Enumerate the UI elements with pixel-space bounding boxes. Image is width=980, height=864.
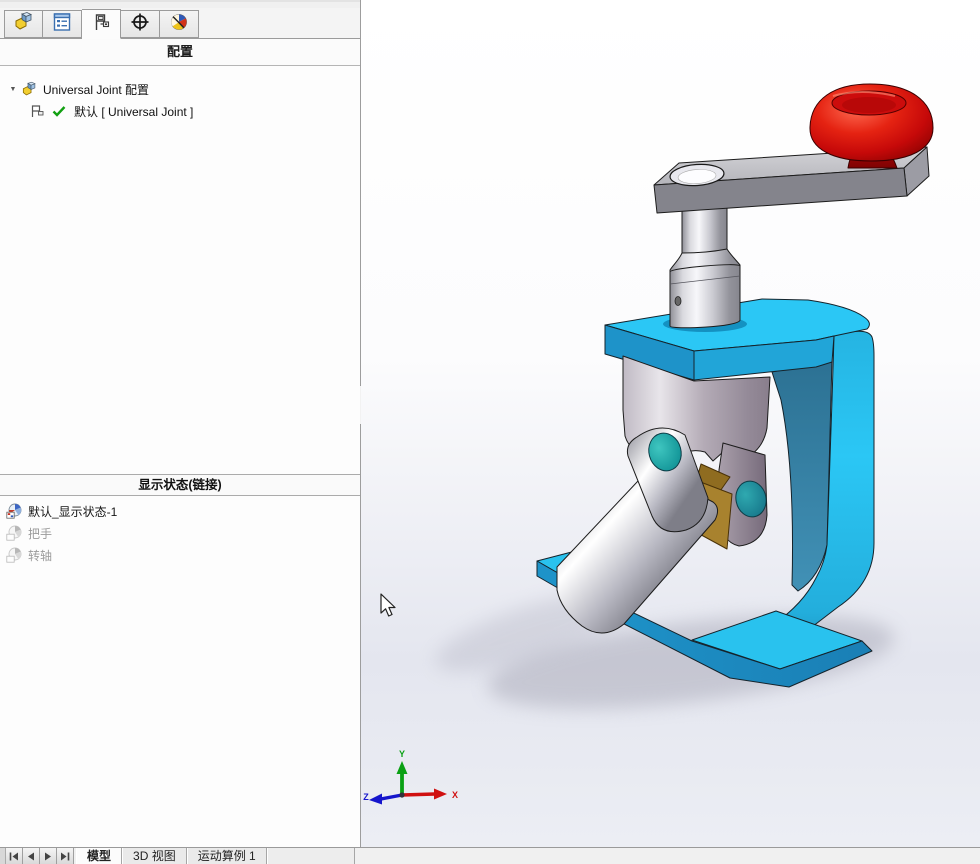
triad-z-axis[interactable] bbox=[381, 795, 402, 799]
display-state-icon bbox=[6, 503, 23, 519]
previous-icon bbox=[27, 852, 35, 861]
tab-property-manager[interactable] bbox=[43, 10, 82, 38]
solidworks-window: 配置 ▼ Universal Joint 配置 bbox=[0, 0, 980, 864]
triad-z-arrow bbox=[369, 794, 382, 805]
display-state-label: 默认_显示状态-1 bbox=[28, 503, 117, 520]
tab-configuration-manager[interactable] bbox=[82, 9, 121, 39]
panel-title: 配置 bbox=[0, 39, 360, 66]
universal-joint[interactable] bbox=[557, 356, 770, 633]
tab-motion-study[interactable]: 运动算例 1 bbox=[187, 848, 267, 864]
triad-y-arrow bbox=[397, 761, 408, 774]
tree-config-label: 默认 [ Universal Joint ] bbox=[74, 103, 193, 120]
property-manager-tab-icon bbox=[51, 11, 73, 38]
knob-dimple-inner bbox=[842, 97, 896, 113]
frame-inner-face[interactable] bbox=[772, 360, 832, 591]
graphics-viewport[interactable]: Y X Z bbox=[361, 0, 980, 847]
expand-arrow-icon[interactable]: ▼ bbox=[6, 86, 20, 93]
display-state-row[interactable]: 转轴 bbox=[0, 544, 360, 566]
display-manager-tab-icon bbox=[168, 11, 190, 38]
manager-tab-strip bbox=[0, 8, 360, 39]
display-state-icon bbox=[6, 525, 23, 541]
tree-config-row[interactable]: 默认 [ Universal Joint ] bbox=[0, 100, 360, 122]
tree-empty-space bbox=[0, 122, 360, 474]
first-icon bbox=[9, 852, 19, 861]
display-state-label: 转轴 bbox=[28, 547, 52, 564]
triad-z-label: Z bbox=[363, 792, 369, 802]
tab-dimxpert-manager[interactable] bbox=[121, 10, 160, 38]
tree-root-label: Universal Joint 配置 bbox=[43, 81, 149, 98]
shaft-collar[interactable] bbox=[670, 265, 740, 328]
assembly-icon bbox=[20, 81, 39, 98]
last-tab-button[interactable] bbox=[57, 848, 74, 864]
triad-x-axis[interactable] bbox=[402, 794, 435, 795]
configuration-manager-tab-icon bbox=[90, 11, 112, 38]
configuration-manager-panel: 配置 ▼ Universal Joint 配置 bbox=[0, 0, 361, 847]
crank-shaft[interactable] bbox=[670, 205, 740, 328]
triad-x-arrow bbox=[434, 789, 447, 800]
tab-empty-stub bbox=[267, 848, 355, 864]
triad-origin bbox=[399, 792, 404, 797]
display-state-label: 把手 bbox=[28, 525, 52, 542]
configuration-tree: ▼ Universal Joint 配置 bbox=[0, 66, 360, 122]
dimxpert-manager-tab-icon bbox=[129, 11, 151, 38]
display-state-icon bbox=[6, 547, 23, 563]
tab-feature-manager[interactable] bbox=[4, 10, 43, 38]
reference-triad[interactable]: Y X Z bbox=[363, 749, 458, 805]
display-states-header: 显示状态(链接) bbox=[0, 474, 360, 496]
tab-3d-views[interactable]: 3D 视图 bbox=[122, 848, 187, 864]
first-tab-button[interactable] bbox=[6, 848, 23, 864]
panel-top-strip bbox=[0, 0, 360, 8]
next-icon bbox=[44, 852, 52, 861]
display-state-row[interactable]: 默认_显示状态-1 bbox=[0, 500, 360, 522]
status-bar: 模型 3D 视图 运动算例 1 bbox=[0, 847, 980, 864]
shaft-neck[interactable] bbox=[682, 205, 727, 254]
triad-x-label: X bbox=[452, 790, 458, 800]
triad-y-label: Y bbox=[399, 749, 405, 759]
mouse-cursor bbox=[378, 592, 398, 625]
tab-model[interactable]: 模型 bbox=[76, 848, 122, 864]
document-tabs: 模型 3D 视图 运动算例 1 bbox=[76, 848, 355, 864]
feature-manager-tab-icon bbox=[13, 11, 35, 38]
configuration-flag-icon bbox=[28, 103, 47, 120]
tree-root-row[interactable]: ▼ Universal Joint 配置 bbox=[0, 78, 360, 100]
last-icon bbox=[60, 852, 70, 861]
next-tab-button[interactable] bbox=[40, 848, 57, 864]
universal-joint-model[interactable]: Y X Z bbox=[361, 0, 980, 847]
display-state-row[interactable]: 把手 bbox=[0, 522, 360, 544]
tab-display-manager[interactable] bbox=[160, 10, 199, 38]
previous-tab-button[interactable] bbox=[23, 848, 40, 864]
display-states-list: 默认_显示状态-1 把手 bbox=[0, 496, 360, 566]
active-config-check-icon bbox=[51, 103, 70, 120]
collar-pin-hole bbox=[675, 297, 681, 306]
